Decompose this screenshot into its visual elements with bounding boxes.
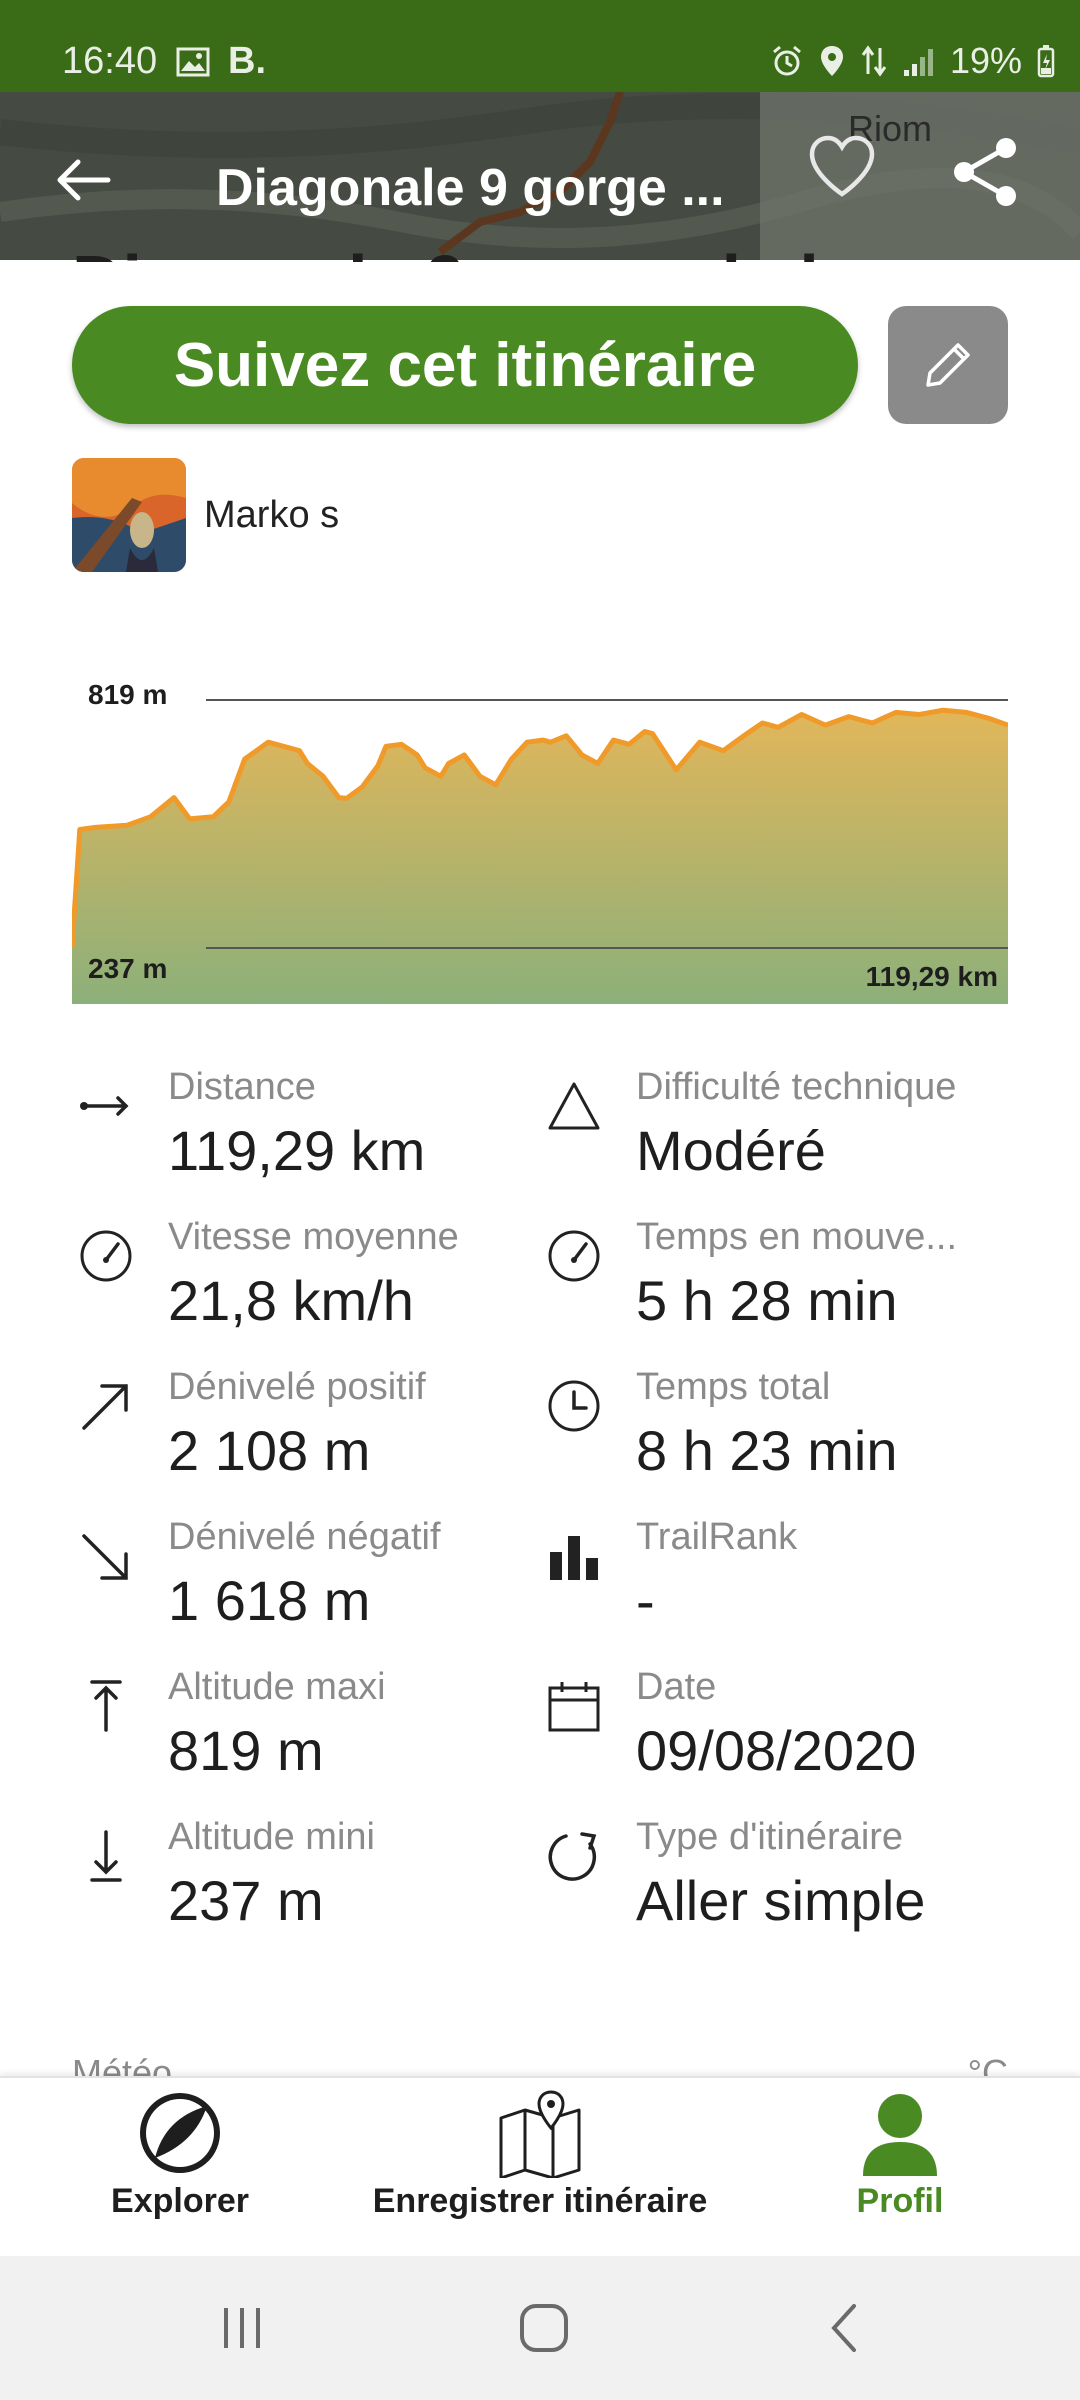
author-name[interactable]: Marko s	[204, 494, 339, 537]
profile-icon	[863, 2094, 937, 2176]
speedometer-icon	[80, 1230, 132, 1282]
battery-charging-icon	[1037, 45, 1055, 78]
stat-label: Temps total	[636, 1366, 831, 1408]
location-icon	[820, 46, 843, 76]
stat-label: Altitude mini	[168, 1816, 375, 1858]
recent-apps-icon[interactable]	[206, 2292, 278, 2364]
stat-label: Distance	[168, 1066, 316, 1108]
tab-label: Enregistrer itinéraire	[372, 2182, 708, 2220]
header-bar: Riom Diagonale 9 gorge ...	[0, 92, 1080, 260]
arrow-down-right-icon	[82, 1534, 128, 1580]
altitude-max-icon	[90, 1680, 122, 1732]
tab-explorer[interactable]: Explorer	[80, 2088, 280, 2248]
back-icon[interactable]	[810, 2292, 882, 2364]
chart-max-label: 819 m	[88, 679, 167, 710]
stat-value: -	[636, 1569, 655, 1632]
altitude-min-icon	[90, 1830, 122, 1882]
stat-label: Altitude maxi	[168, 1666, 386, 1708]
tab-profile[interactable]: Profil	[820, 2088, 980, 2248]
stat-total-time: Temps total 8 h 23 min	[540, 1360, 980, 1500]
stat-label: Vitesse moyenne	[168, 1216, 459, 1258]
elevation-chart: 819 m 237 m 119,29 km	[72, 660, 1008, 1004]
avatar[interactable]	[72, 458, 186, 572]
page-title: Diagonale 9 gorge de la	[72, 240, 858, 262]
tab-label: Profil	[856, 2182, 944, 2220]
stat-value: 819 m	[168, 1719, 324, 1782]
edit-button[interactable]	[888, 306, 1008, 424]
battery-percent: 19%	[949, 40, 1022, 81]
stat-value: 5 h 28 min	[636, 1269, 898, 1332]
stat-date: Date 09/08/2020	[540, 1660, 980, 1800]
status-time: 16:40	[62, 40, 158, 82]
stat-value: 237 m	[168, 1869, 324, 1932]
calendar-icon	[548, 1682, 600, 1732]
chart-min-label: 237 m	[88, 953, 167, 984]
stat-moving-time: Temps en mouve... 5 h 28 min	[540, 1210, 980, 1350]
follow-route-button[interactable]: Suivez cet itinéraire	[72, 306, 858, 424]
stat-label: TrailRank	[636, 1516, 798, 1558]
bar-chart-icon	[550, 1536, 598, 1580]
stat-trailrank: TrailRank -	[540, 1510, 980, 1650]
stat-label: Temps en mouve...	[636, 1216, 958, 1258]
stat-value: 21,8 km/h	[168, 1269, 414, 1332]
heart-icon[interactable]	[806, 132, 878, 204]
back-arrow-icon[interactable]	[48, 144, 120, 216]
arrow-up-right-icon	[82, 1384, 128, 1430]
bottom-tab-bar: Explorer Enregistrer itinéraire Profil	[0, 2076, 1080, 2258]
stat-value: Aller simple	[636, 1869, 926, 1932]
app-notification-badge: B.	[228, 40, 266, 82]
stat-value: Modéré	[636, 1119, 826, 1182]
tab-record-route[interactable]: Enregistrer itinéraire	[360, 2088, 720, 2248]
explore-icon	[140, 2093, 220, 2173]
stat-label: Dénivelé négatif	[168, 1516, 441, 1558]
stat-avg-speed: Vitesse moyenne 21,8 km/h	[72, 1210, 512, 1350]
system-nav-bar	[0, 2256, 1080, 2400]
stat-elevation-gain: Dénivelé positif 2 108 m	[72, 1360, 512, 1500]
tab-label: Explorer	[111, 2182, 249, 2220]
stat-value: 8 h 23 min	[636, 1419, 898, 1482]
stat-elevation-loss: Dénivelé négatif 1 618 m	[72, 1510, 512, 1650]
stat-value: 119,29 km	[168, 1119, 426, 1182]
stat-distance: Distance 119,29 km	[72, 1060, 512, 1200]
status-bar: 16:40 B. 19%	[0, 0, 1080, 92]
loop-arrow-icon	[548, 1832, 597, 1881]
home-icon[interactable]	[508, 2292, 580, 2364]
share-icon[interactable]	[950, 136, 1022, 208]
stat-label: Date	[636, 1666, 717, 1708]
stat-route-type: Type d'itinéraire Aller simple	[540, 1810, 980, 1950]
stat-difficulty: Difficulté technique Modéré	[540, 1060, 980, 1200]
signal-icon	[903, 49, 933, 76]
clock-icon	[548, 1380, 600, 1432]
distance-arrow-icon	[80, 1096, 129, 1116]
gallery-icon	[176, 47, 210, 76]
map-pin-icon	[499, 2090, 581, 2178]
pencil-icon	[926, 343, 970, 387]
data-transfer-icon	[861, 45, 887, 77]
chart-distance-label: 119,29 km	[866, 961, 998, 992]
header-title: Diagonale 9 gorge ...	[216, 159, 725, 217]
stat-value: 2 108 m	[168, 1419, 371, 1482]
stat-label: Type d'itinéraire	[636, 1816, 904, 1858]
alarm-icon	[772, 45, 801, 76]
stat-min-altitude: Altitude mini 237 m	[72, 1810, 512, 1950]
stat-value: 1 618 m	[168, 1569, 371, 1632]
author-row[interactable]: Marko s	[72, 458, 339, 572]
triangle-icon	[548, 1082, 600, 1130]
speedometer-icon	[548, 1230, 600, 1282]
stat-label: Dénivelé positif	[168, 1366, 426, 1408]
stat-label: Difficulté technique	[636, 1066, 957, 1108]
stat-max-altitude: Altitude maxi 819 m	[72, 1660, 512, 1800]
stat-value: 09/08/2020	[636, 1719, 917, 1782]
